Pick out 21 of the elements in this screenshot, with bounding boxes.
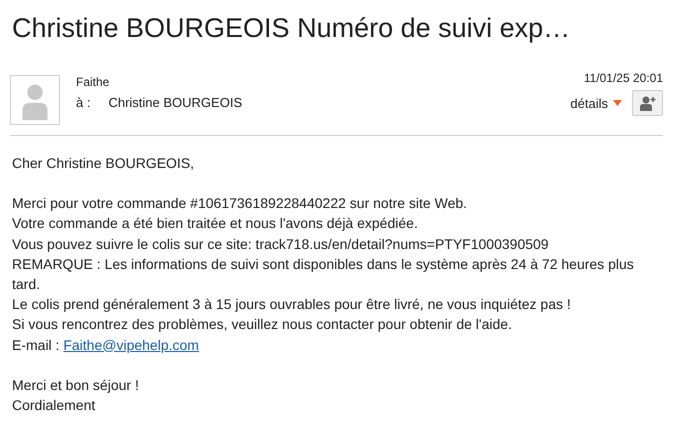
body-text: Merci et bon séjour !	[12, 376, 140, 395]
body-text: Vous pouvez suivre le colis sur ce site: track718.us/en/detail?nums=PTYF1000390509	[12, 234, 550, 254]
body-text: Cordialement	[12, 396, 96, 416]
body-text: Le colis prend généralement 3 à 15 jours ouvrables pour être livré, ne vous inquiétez pas !	[12, 295, 572, 314]
body-text: Si vous rencontrez des problèmes, veuillez nous contacter pour obtenir de l'aide.	[12, 315, 513, 334]
add-contact-button[interactable]	[632, 90, 663, 116]
email-link[interactable]: Faithe@vipehelp.com	[63, 336, 199, 353]
avatar-icon	[10, 75, 60, 125]
body-text: Votre commande a été bien traitée et nous l'avons déjà expédiée.	[12, 214, 419, 234]
email-label: E-mail :	[12, 336, 60, 353]
to-label: à :	[76, 95, 90, 110]
email-date: 11/01/25 20:01	[584, 71, 663, 85]
add-person-icon	[640, 96, 656, 110]
body-text: Cher Christine BOURGEOIS,	[12, 154, 196, 173]
body-text: REMARQUE : Les informations de suivi sont disponibles dans le système après 24 à 72 heures plus tard.	[12, 254, 635, 294]
caret-icon	[613, 100, 622, 106]
body-text: Merci pour votre commande #1061736189228440222 sur notre site Web.	[12, 194, 468, 214]
sender-name: Faithe	[76, 75, 110, 89]
details-button[interactable]: détails	[570, 96, 622, 110]
email-subject: Christine BOURGEOIS Numéro de suivi exp…	[12, 12, 572, 45]
recipient-name: Christine BOURGEOIS	[108, 95, 242, 110]
